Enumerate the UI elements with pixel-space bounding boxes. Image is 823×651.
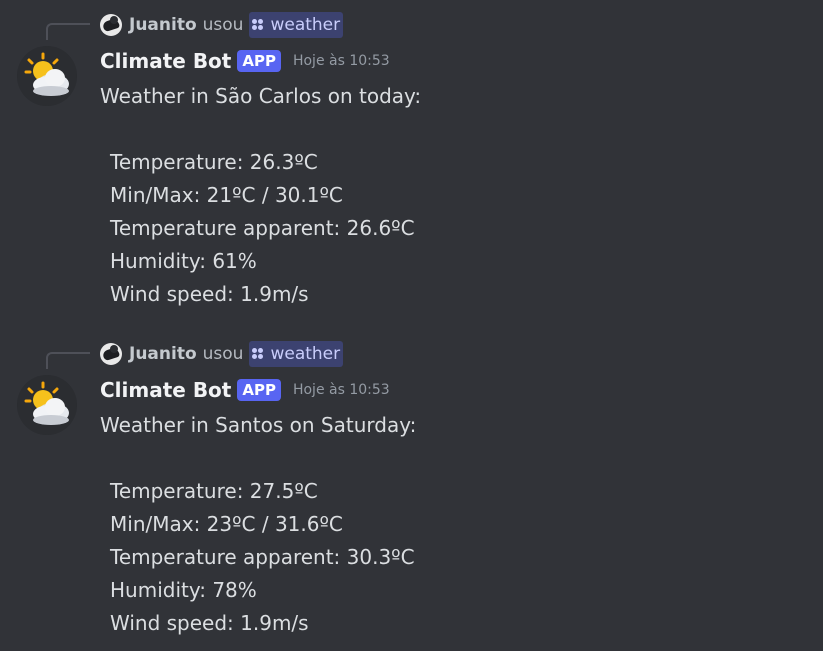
app-badge: APP xyxy=(237,50,281,72)
message: Juanito usou weather Climate Bot APP Hoj… xyxy=(0,329,823,651)
message: Juanito usou weather Climate Bot APP Hoj… xyxy=(0,0,823,320)
command-mention[interactable]: weather xyxy=(249,12,344,38)
replied-user-avatar[interactable] xyxy=(100,343,122,365)
weather-line: Temperature: 26.3ºC xyxy=(110,150,318,174)
weather-line: Humidity: 61% xyxy=(110,249,257,273)
message-timestamp[interactable]: Hoje às 10:53 xyxy=(293,382,390,398)
slash-command-icon xyxy=(252,19,264,31)
command-name: weather xyxy=(270,15,341,35)
replied-user-avatar[interactable] xyxy=(100,14,122,36)
command-name: weather xyxy=(270,344,341,364)
weather-line: Temperature apparent: 26.6ºC xyxy=(110,216,415,240)
message-content: Weather in Santos on Saturday: Temperatu… xyxy=(100,409,416,640)
replied-username[interactable]: Juanito xyxy=(129,14,197,36)
message-intro: Weather in São Carlos on today: xyxy=(100,84,422,108)
message-content: Weather in São Carlos on today: Temperat… xyxy=(100,80,421,311)
author-name[interactable]: Climate Bot xyxy=(100,49,231,73)
reply-context[interactable]: Juanito usou weather xyxy=(100,12,344,38)
message-header: Climate Bot APP Hoje às 10:53 xyxy=(100,46,390,76)
weather-line: Humidity: 78% xyxy=(110,578,257,602)
reply-connector xyxy=(46,352,90,369)
weather-line: Temperature: 27.5ºC xyxy=(110,479,318,503)
weather-line: Wind speed: 1.9m/s xyxy=(110,282,309,306)
message-header: Climate Bot APP Hoje às 10:53 xyxy=(100,375,390,405)
sun-behind-cloud-icon[interactable] xyxy=(17,375,77,435)
message-intro: Weather in Santos on Saturday: xyxy=(100,413,417,437)
reply-verb: usou xyxy=(202,344,244,364)
app-badge: APP xyxy=(237,379,281,401)
author-name[interactable]: Climate Bot xyxy=(100,378,231,402)
slash-command-icon xyxy=(252,348,264,360)
chat-log: Juanito usou weather Climate Bot APP Hoj… xyxy=(0,0,823,651)
reply-context[interactable]: Juanito usou weather xyxy=(100,341,344,367)
reply-verb: usou xyxy=(202,15,244,35)
weather-line: Min/Max: 21ºC / 30.1ºC xyxy=(110,183,343,207)
weather-line: Min/Max: 23ºC / 31.6ºC xyxy=(110,512,343,536)
reply-connector xyxy=(46,23,90,40)
command-mention[interactable]: weather xyxy=(249,341,344,367)
replied-username[interactable]: Juanito xyxy=(129,343,197,365)
weather-line: Temperature apparent: 30.3ºC xyxy=(110,545,415,569)
weather-line: Wind speed: 1.9m/s xyxy=(110,611,309,635)
message-timestamp[interactable]: Hoje às 10:53 xyxy=(293,53,390,69)
sun-behind-cloud-icon[interactable] xyxy=(17,46,77,106)
